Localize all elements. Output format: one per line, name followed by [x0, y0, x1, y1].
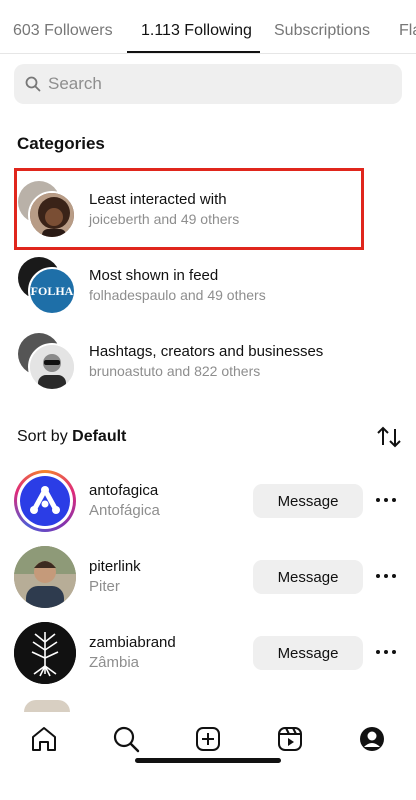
full-name: Zâmbia — [89, 654, 140, 671]
message-button[interactable]: Message — [253, 636, 363, 670]
tab-followers[interactable]: 603 Followers — [13, 22, 113, 40]
reels-icon[interactable] — [275, 724, 305, 754]
home-icon[interactable] — [29, 724, 59, 754]
list-item[interactable]: piterlink Piter Message — [0, 546, 416, 612]
list-item[interactable]: zambiabrand Zâmbia Message — [0, 622, 416, 688]
avatar-stack — [18, 333, 78, 393]
tab-bar: 603 Followers 1.113 Following Subscripti… — [0, 0, 416, 54]
categories-heading: Categories — [17, 134, 105, 153]
username[interactable]: piterlink — [89, 558, 141, 575]
more-options-icon[interactable] — [373, 644, 399, 660]
sort-label: Sort by Default — [17, 428, 126, 446]
avatar — [24, 700, 70, 712]
avatar[interactable] — [14, 546, 76, 608]
message-button[interactable]: Message — [253, 560, 363, 594]
search-icon[interactable] — [111, 724, 141, 754]
avatar — [28, 343, 76, 391]
tab-flagged[interactable]: Fla — [399, 22, 416, 40]
bottom-navigation — [0, 712, 416, 800]
folha-logo: FOLHA — [30, 284, 74, 298]
sort-value: Default — [72, 428, 127, 445]
list-item[interactable]: antofagica Antofágica Message — [0, 470, 416, 536]
username[interactable]: zambiabrand — [89, 634, 176, 651]
category-name: Hashtags, creators and businesses — [89, 343, 324, 360]
category-subtitle: folhadespaulo and 49 others — [89, 287, 266, 303]
avatar[interactable] — [14, 470, 76, 532]
highlight-box — [14, 168, 364, 250]
search-bar[interactable] — [14, 64, 402, 104]
antofagica-logo-icon — [30, 486, 60, 514]
more-options-icon[interactable] — [373, 492, 399, 508]
category-most-shown[interactable]: FOLHA Most shown in feed folhadespaulo a… — [0, 256, 416, 326]
search-input[interactable] — [48, 64, 388, 104]
home-indicator — [135, 758, 281, 763]
active-tab-indicator — [127, 51, 260, 53]
avatar: FOLHA — [28, 267, 76, 315]
create-icon[interactable] — [193, 724, 223, 754]
profile-icon[interactable] — [357, 724, 387, 754]
username[interactable]: antofagica — [89, 482, 158, 499]
more-options-icon[interactable] — [373, 568, 399, 584]
avatar-stack: FOLHA — [18, 257, 78, 317]
category-subtitle: brunoastuto and 822 others — [89, 363, 261, 379]
category-name: Most shown in feed — [89, 267, 219, 284]
tab-following[interactable]: 1.113 Following — [141, 22, 252, 40]
sort-arrows-icon[interactable] — [375, 425, 403, 449]
message-button[interactable]: Message — [253, 484, 363, 518]
category-hashtags-creators[interactable]: Hashtags, creators and businesses brunoa… — [0, 333, 416, 403]
full-name: Antofágica — [89, 502, 160, 519]
full-name: Piter — [89, 578, 120, 595]
tab-subscriptions[interactable]: Subscriptions — [274, 22, 370, 40]
search-icon — [25, 76, 41, 92]
zambia-logo-icon — [14, 622, 76, 684]
avatar[interactable] — [14, 622, 76, 684]
sort-prefix: Sort by — [17, 428, 68, 445]
